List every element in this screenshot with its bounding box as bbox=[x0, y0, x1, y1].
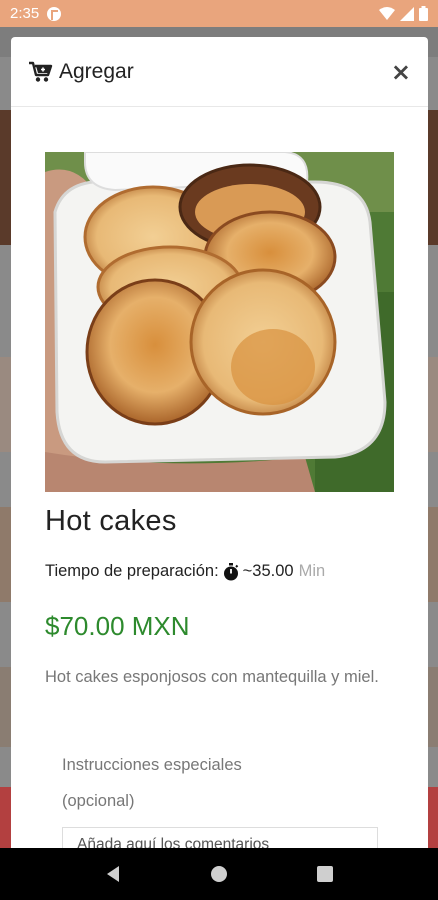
add-to-cart-modal: Agregar × Hot cakes Tiempo de preparació… bbox=[11, 37, 428, 848]
close-button[interactable]: × bbox=[391, 60, 411, 84]
back-triangle-icon bbox=[107, 866, 119, 882]
modal-title: Agregar bbox=[59, 59, 134, 83]
android-nav-bar bbox=[0, 848, 438, 900]
status-bar: 2:35 bbox=[0, 0, 438, 27]
back-button[interactable] bbox=[98, 859, 128, 889]
prep-time-unit: Min bbox=[298, 562, 326, 580]
status-time: 2:35 bbox=[10, 5, 40, 22]
prep-time-value: ~35.00 bbox=[242, 562, 294, 580]
prep-time-label: Tiempo de preparación: bbox=[45, 562, 219, 580]
product-name: Hot cakes bbox=[45, 505, 177, 537]
cart-plus-icon bbox=[29, 61, 53, 82]
special-instructions-input[interactable] bbox=[62, 827, 378, 848]
home-button[interactable] bbox=[204, 859, 234, 889]
special-instructions-label: Instrucciones especiales (opcional) bbox=[62, 756, 242, 810]
battery-icon bbox=[419, 6, 428, 21]
stopwatch-icon bbox=[223, 562, 238, 580]
product-price: $70.00 MXN bbox=[45, 611, 190, 641]
signal-icon bbox=[400, 6, 414, 21]
recents-button[interactable] bbox=[310, 859, 340, 889]
prep-time-row: Tiempo de preparación: ~35.00 Min bbox=[45, 562, 325, 581]
recents-square-icon bbox=[317, 866, 333, 882]
product-image bbox=[45, 152, 394, 492]
notification-app-icon bbox=[47, 6, 62, 21]
product-description: Hot cakes esponjosos con mantequilla y m… bbox=[45, 668, 379, 686]
wifi-icon bbox=[379, 6, 395, 20]
home-circle-icon bbox=[211, 866, 227, 882]
modal-header: Agregar × bbox=[11, 37, 428, 107]
